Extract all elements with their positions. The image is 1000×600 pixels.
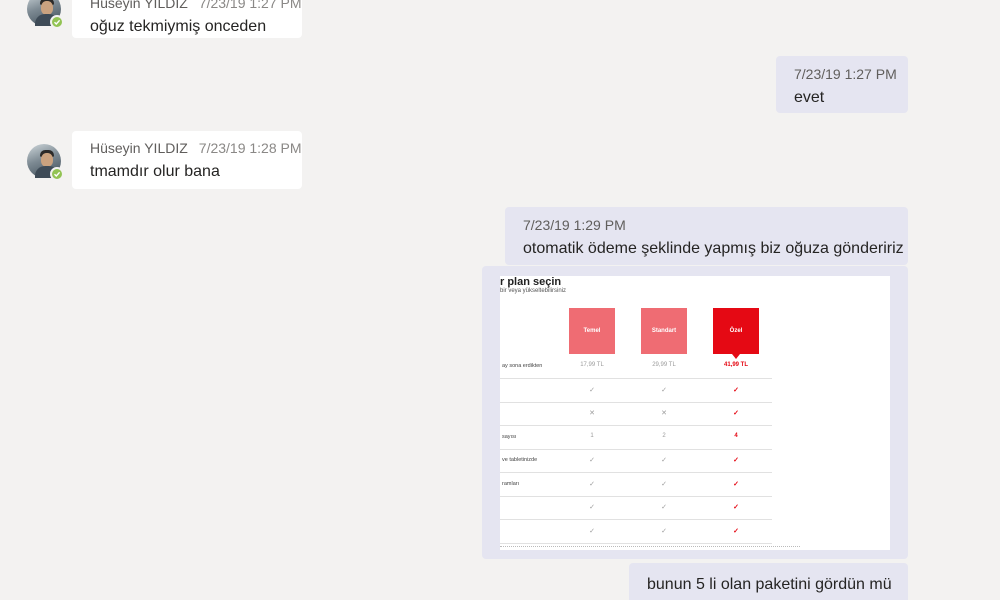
plan-table-row: ✓ ✓ ✓ — [500, 521, 772, 544]
sender-avatar[interactable] — [27, 144, 64, 181]
cross-icon: ✕ — [661, 410, 667, 417]
check-icon: ✓ — [589, 527, 595, 535]
message-timestamp: 7/23/19 1:29 PM — [523, 217, 626, 233]
plan-cell-value: 2 — [662, 432, 666, 439]
check-icon: ✓ — [733, 457, 739, 464]
plan-card-standard: Standart — [641, 308, 687, 354]
check-icon: ✓ — [733, 480, 739, 488]
presence-available-icon — [50, 167, 64, 181]
message-text: bunun 5 li olan paketini gördün mü — [647, 576, 892, 593]
message-incoming[interactable]: Hüseyin YILDIZ 7/23/19 1:27 PM oğuz tekmi… — [72, 0, 302, 38]
plan-cell-value: 29,99 TL — [652, 362, 676, 368]
check-icon: ✓ — [661, 386, 667, 394]
plan-table-row: ✓ ✓ ✓ — [500, 380, 772, 403]
cross-icon: ✕ — [589, 410, 595, 417]
plan-name: Temel — [583, 328, 601, 334]
check-icon: ✓ — [661, 480, 667, 488]
check-icon: ✓ — [733, 410, 739, 417]
check-icon: ✓ — [733, 504, 739, 511]
message-outgoing[interactable]: bunun 5 li olan paketini gördün mü — [629, 563, 908, 600]
check-icon: ✓ — [733, 527, 739, 535]
check-icon: ✓ — [589, 386, 595, 394]
check-icon: ✓ — [589, 504, 595, 511]
plan-cell-value: 1 — [590, 432, 594, 439]
message-timestamp: 7/23/19 1:28 PM — [198, 140, 302, 156]
plan-table-row: ✕ ✕ ✓ — [500, 403, 772, 426]
message-timestamp: 7/23/19 1:27 PM — [794, 66, 897, 82]
message-meta: Hüseyin YILDIZ 7/23/19 1:27 PM — [90, 0, 302, 12]
message-sender: Hüseyin YILDIZ — [90, 0, 188, 11]
plan-card-premium: Özel — [713, 308, 759, 359]
plan-table-row: ve tabletinizde ✓ ✓ ✓ — [500, 450, 772, 473]
message-outgoing[interactable]: 7/23/19 1:27 PM evet — [776, 56, 908, 113]
presence-available-icon — [50, 15, 64, 29]
check-icon: ✓ — [661, 527, 667, 535]
plan-title: r plan seçin — [500, 276, 562, 288]
plan-footnote-divider — [500, 546, 800, 550]
plan-screenshot[interactable]: r plan seçin bir veya yükseltebilirsiniz… — [500, 276, 890, 550]
message-timestamp: 7/23/19 1:27 PM — [198, 0, 302, 11]
plan-cell-value: 17,99 TL — [580, 362, 604, 368]
plan-table-row: sayısı 1 2 4 — [500, 427, 772, 450]
check-icon: ✓ — [589, 480, 595, 488]
avatar-face — [41, 1, 53, 15]
message-image-attachment[interactable]: r plan seçin bir veya yükseltebilirsiniz… — [482, 266, 908, 559]
message-sender: Hüseyin YILDIZ — [90, 140, 188, 156]
plan-row-label: sayısı — [502, 433, 517, 440]
plan-table-row: ay sona erdikten 17,99 TL 29,99 TL 41,99 TL — [500, 356, 772, 379]
plan-cell-value: 4 — [734, 432, 738, 439]
plan-subtitle: bir veya yükseltebilirsiniz — [500, 288, 567, 294]
message-text: tmamdır olur bana — [90, 163, 220, 180]
plan-table-row: ✓ ✓ ✓ — [500, 497, 772, 520]
check-icon: ✓ — [661, 457, 667, 464]
plan-row-label: ay sona erdikten — [502, 363, 543, 369]
message-meta: Hüseyin YILDIZ 7/23/19 1:28 PM — [90, 139, 302, 157]
check-icon: ✓ — [661, 504, 667, 511]
plan-card-basic: Temel — [569, 308, 615, 354]
message-text: oğuz tekmiymiş onceden — [90, 18, 267, 35]
avatar-face — [41, 153, 53, 167]
message-outgoing[interactable]: 7/23/19 1:29 PM otomatik ödeme şeklinde … — [505, 207, 908, 265]
plan-row-label: ve tabletinizde — [502, 457, 538, 463]
check-icon: ✓ — [589, 457, 595, 464]
plan-name: Standart — [651, 328, 677, 334]
message-text: otomatik ödeme şeklinde yapmış biz oğuza… — [523, 240, 904, 257]
message-incoming[interactable]: Hüseyin YILDIZ 7/23/19 1:28 PM tmamdır ol… — [72, 131, 302, 189]
check-icon: ✓ — [733, 386, 739, 394]
plan-row-label: ramları — [502, 480, 520, 487]
plan-cell-value: 41,99 TL — [723, 362, 748, 368]
plan-name: Özel — [729, 328, 743, 334]
sender-avatar[interactable] — [27, 0, 64, 29]
plan-table-row: ramları ✓ ✓ ✓ — [500, 474, 772, 497]
message-text: evet — [794, 89, 825, 106]
